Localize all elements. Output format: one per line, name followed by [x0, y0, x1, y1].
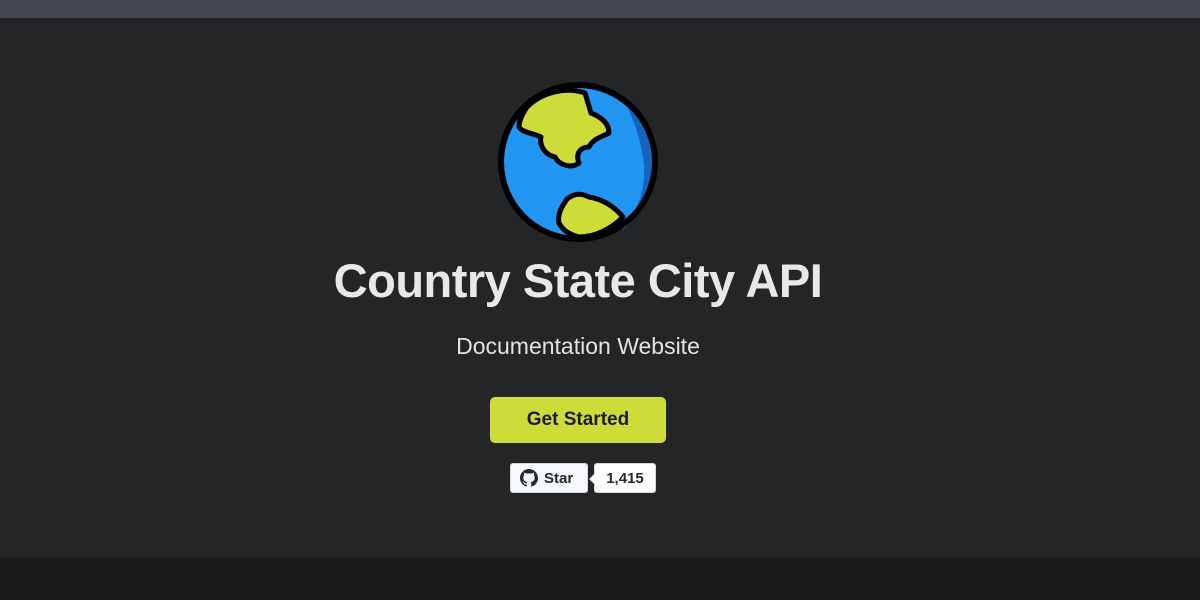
- star-label: Star: [544, 469, 574, 487]
- footer: [0, 557, 1200, 600]
- star-count[interactable]: 1,415: [589, 463, 656, 493]
- github-icon: [520, 469, 538, 487]
- get-started-button[interactable]: Get Started: [490, 397, 666, 443]
- github-star-button[interactable]: Star: [510, 463, 588, 493]
- navbar: [0, 0, 1200, 18]
- page-subtitle: Documentation Website: [456, 333, 700, 359]
- page-title: Country State City API: [333, 254, 823, 307]
- globe-icon: [498, 82, 658, 242]
